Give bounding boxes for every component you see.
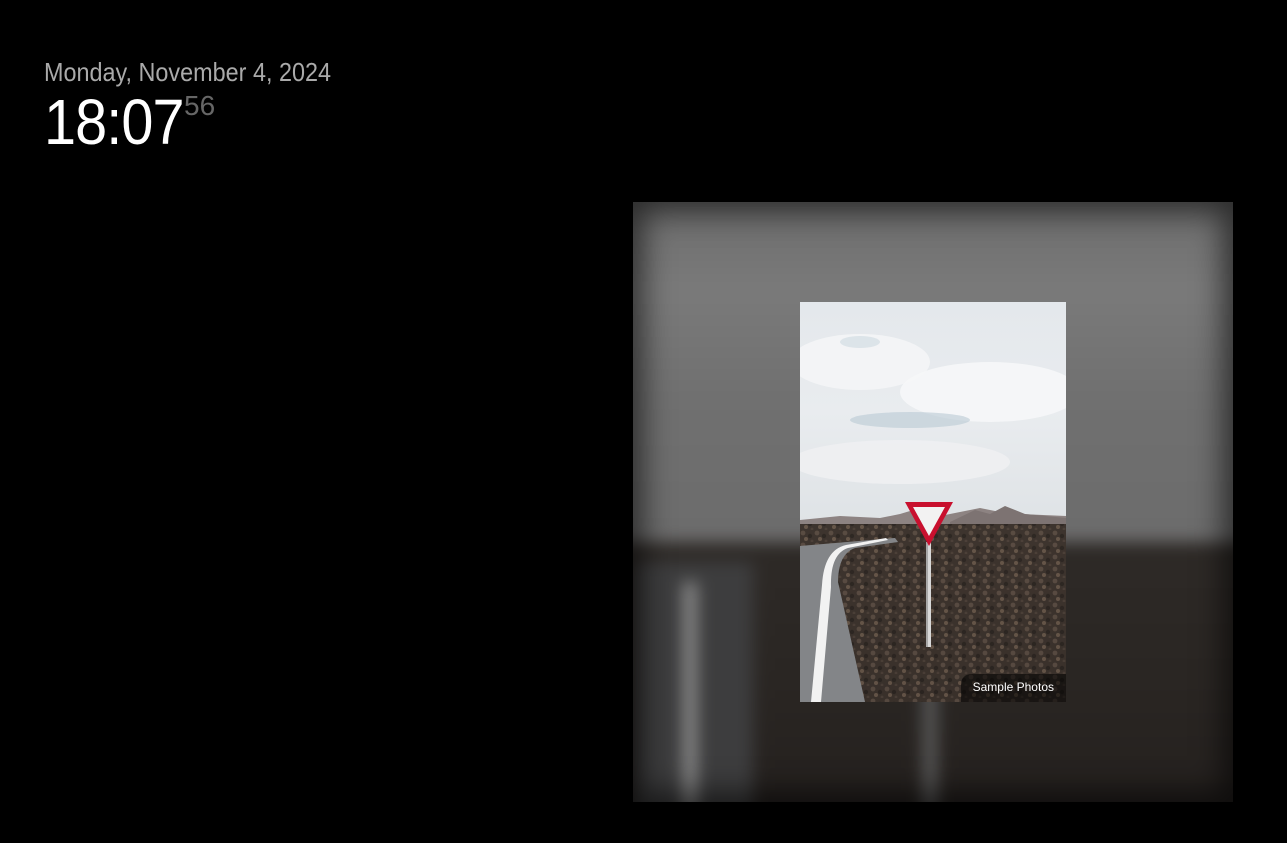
photo-image: Sample Photos [800, 302, 1066, 702]
time-hours-minutes: 18:07 [44, 86, 185, 158]
yield-sign-photo [800, 302, 1066, 702]
time-seconds: 56 [184, 90, 216, 121]
clock-widget: Monday, November 4, 2024 18:07 56 [44, 56, 363, 172]
time-display: 18:07 56 [44, 90, 363, 172]
date-display: Monday, November 4, 2024 [44, 57, 332, 87]
photo-caption: Sample Photos [960, 674, 1066, 702]
photo-frame: Sample Photos [633, 202, 1233, 802]
